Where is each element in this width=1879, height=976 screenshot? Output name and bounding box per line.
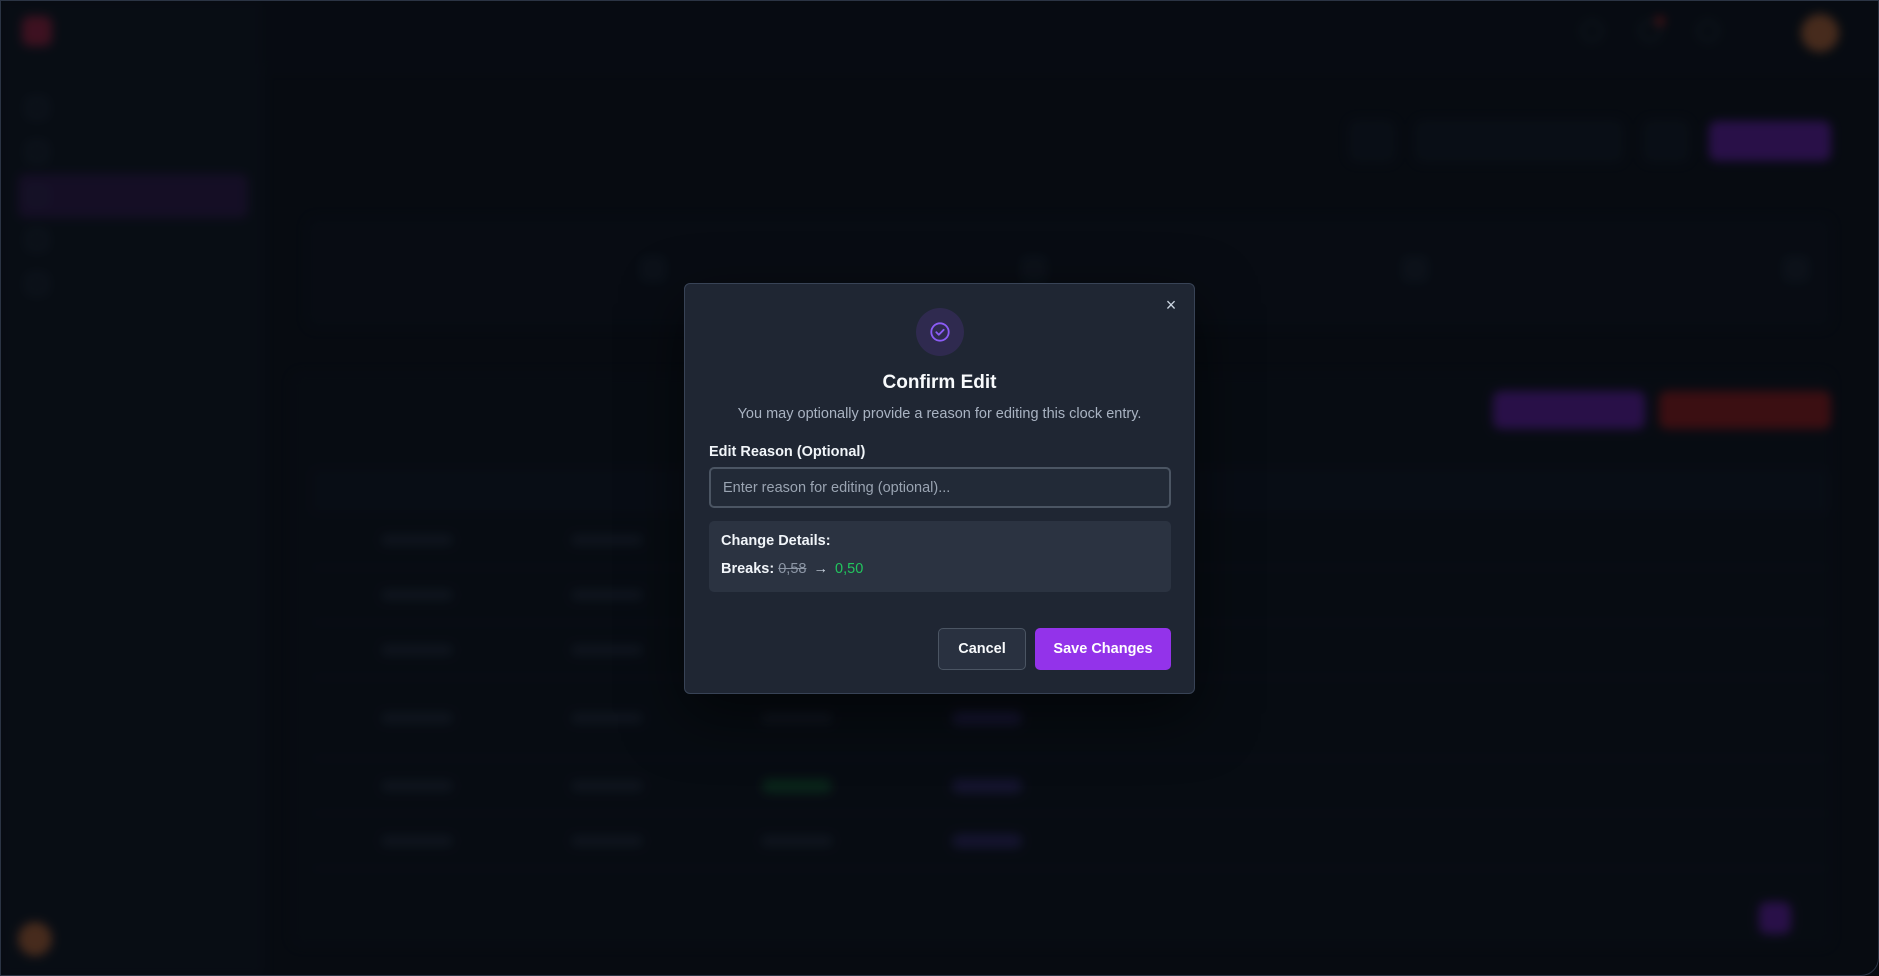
arrow-right-icon: → xyxy=(813,561,829,577)
check-circle-icon xyxy=(916,308,964,356)
change-field-label: Breaks: xyxy=(721,561,775,577)
change-line-breaks: Breaks: 0,58 → 0,50 xyxy=(721,561,1159,577)
save-changes-button[interactable]: Save Changes xyxy=(1035,628,1171,670)
edit-reason-input[interactable] xyxy=(709,467,1171,508)
dialog-description: You may optionally provide a reason for … xyxy=(737,406,1142,422)
confirm-edit-dialog: × Confirm Edit You may optionally provid… xyxy=(684,283,1195,694)
close-icon[interactable]: × xyxy=(1160,294,1182,316)
old-value: 0,58 xyxy=(778,561,807,577)
new-value: 0,50 xyxy=(835,561,864,577)
edit-reason-label: Edit Reason (Optional) xyxy=(709,444,866,460)
change-details-title: Change Details: xyxy=(721,533,831,549)
dialog-title: Confirm Edit xyxy=(882,372,997,393)
change-details-panel: Change Details: Breaks: 0,58 → 0,50 xyxy=(709,521,1171,592)
cancel-button[interactable]: Cancel xyxy=(938,628,1026,670)
